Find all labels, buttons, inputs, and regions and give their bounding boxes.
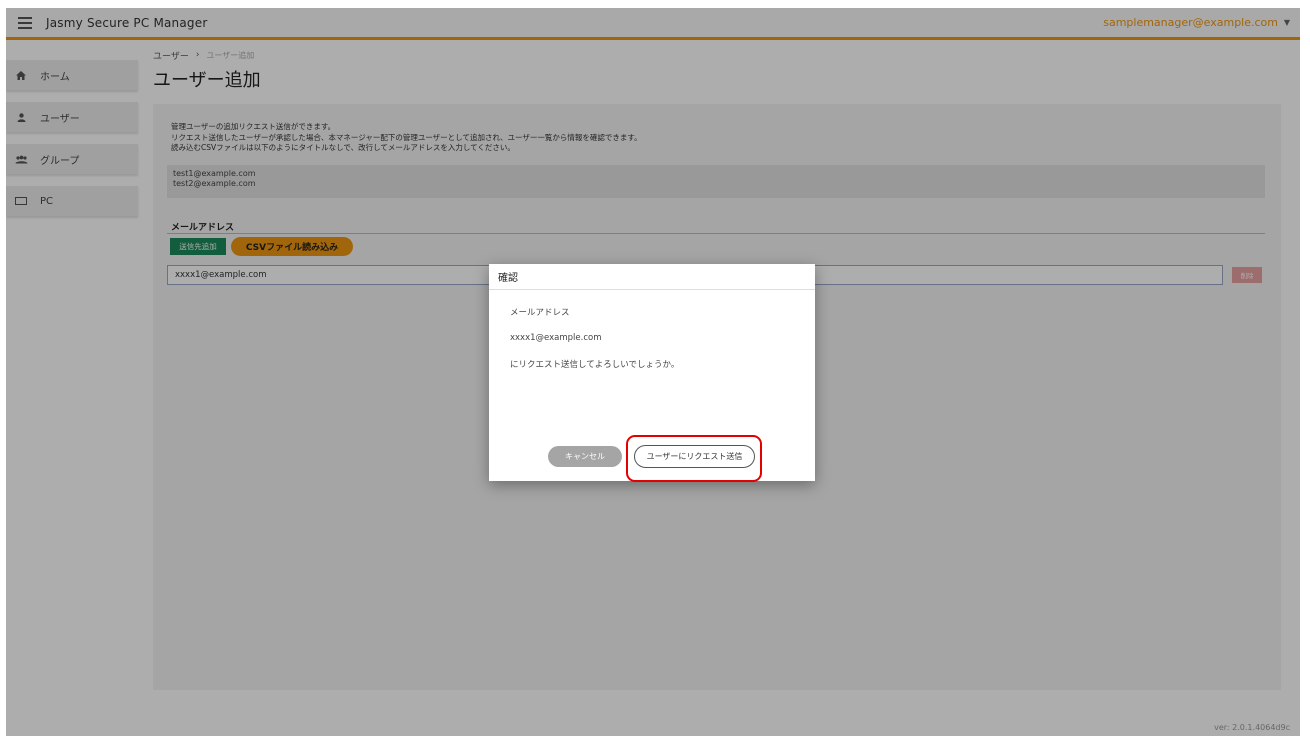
cancel-button[interactable]: キャンセル [548,446,622,467]
send-request-button[interactable]: ユーザーにリクエスト送信 [634,445,755,468]
dialog-message: にリクエスト送信してよろしいでしょうか。 [510,360,680,370]
app-window: Jasmy Secure PC Manager samplemanager@ex… [6,8,1300,736]
dialog-title: 確認 [489,264,815,290]
dialog-email: xxxx1@example.com [510,333,602,343]
confirm-dialog: 確認 メールアドレス xxxx1@example.com にリクエスト送信してよ… [489,264,815,482]
dialog-body: メールアドレス xxxx1@example.com にリクエスト送信してよろしい… [489,290,815,370]
dialog-label: メールアドレス [510,308,570,318]
